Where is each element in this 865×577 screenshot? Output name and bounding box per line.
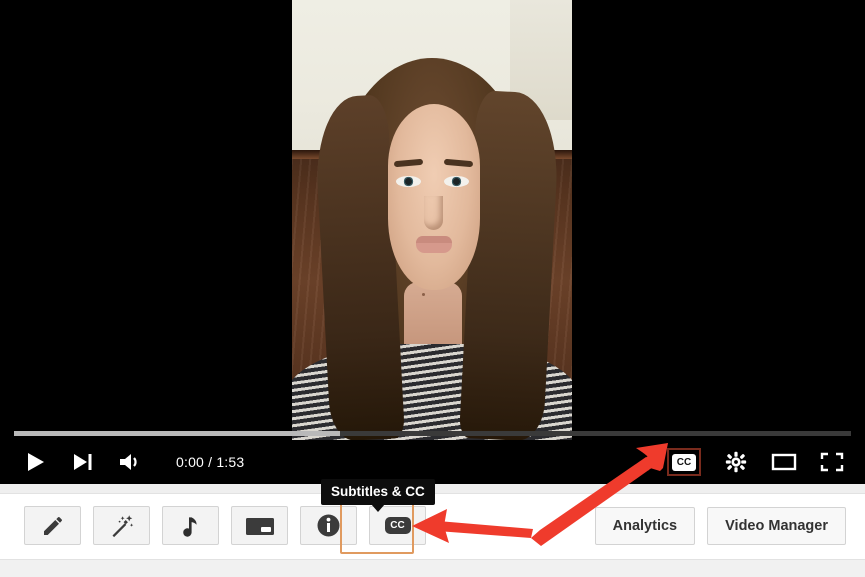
volume-button[interactable] bbox=[118, 449, 144, 475]
toolbar-right-buttons: Analytics Video Manager bbox=[594, 507, 846, 545]
end-screen-icon bbox=[245, 517, 274, 535]
next-video-button[interactable] bbox=[70, 449, 96, 475]
fullscreen-button[interactable] bbox=[819, 449, 845, 475]
video-subject-mole bbox=[422, 293, 425, 296]
player-controls-left: 0:00 / 1:53 bbox=[22, 440, 244, 484]
volume-icon bbox=[120, 454, 137, 470]
video-frame[interactable] bbox=[292, 0, 572, 440]
player-settings-button[interactable] bbox=[723, 449, 749, 475]
fullscreen-icon bbox=[820, 452, 844, 472]
audio-button[interactable] bbox=[162, 506, 219, 545]
video-player[interactable]: 0:00 / 1:53 CC bbox=[0, 0, 865, 484]
music-note-icon bbox=[182, 516, 197, 537]
analytics-button[interactable]: Analytics bbox=[594, 507, 696, 545]
cc-icon: CC bbox=[384, 517, 411, 534]
theater-mode-icon bbox=[771, 453, 797, 471]
next-icon bbox=[74, 454, 92, 470]
cc-icon: CC bbox=[672, 453, 696, 471]
info-icon bbox=[317, 514, 340, 537]
progress-buffered bbox=[14, 431, 341, 436]
video-subject-lower-lip bbox=[416, 243, 452, 253]
play-button[interactable] bbox=[22, 449, 48, 475]
player-control-bar: 0:00 / 1:53 CC bbox=[0, 440, 865, 484]
subtitles-cc-tooltip: Subtitles & CC bbox=[321, 479, 435, 512]
info-button[interactable] bbox=[300, 506, 357, 545]
page-background-bottom bbox=[0, 560, 865, 577]
video-subject-eye-left bbox=[396, 176, 421, 187]
progress-bar[interactable] bbox=[14, 431, 851, 436]
video-subject-eye-right bbox=[444, 176, 469, 187]
toolbar-button-group: CC bbox=[24, 506, 426, 545]
magic-wand-icon bbox=[112, 514, 133, 537]
gear-icon bbox=[725, 451, 747, 473]
player-subtitles-cc-button[interactable]: CC bbox=[667, 448, 701, 476]
screenshot-root: 0:00 / 1:53 CC CC Analytics Video Manage… bbox=[0, 0, 865, 577]
theater-mode-button[interactable] bbox=[771, 449, 797, 475]
player-controls-right: CC bbox=[667, 440, 845, 484]
enhance-button[interactable] bbox=[93, 506, 150, 545]
end-screen-button[interactable] bbox=[231, 506, 288, 545]
video-subject-nose bbox=[424, 196, 443, 230]
time-display: 0:00 / 1:53 bbox=[176, 454, 245, 470]
pencil-icon bbox=[43, 516, 62, 535]
play-icon bbox=[28, 453, 44, 471]
edit-button[interactable] bbox=[24, 506, 81, 545]
video-manager-button[interactable]: Video Manager bbox=[707, 507, 846, 545]
